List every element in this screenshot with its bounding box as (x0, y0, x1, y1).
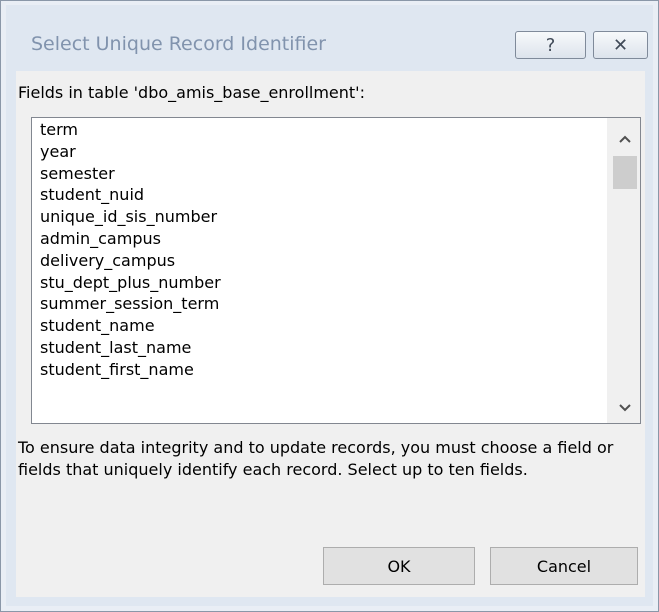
field-list-item[interactable]: student_nuid (32, 184, 607, 206)
cancel-button[interactable]: Cancel (490, 547, 638, 585)
title-bar[interactable]: Select Unique Record Identifier ? ✕ (11, 11, 648, 71)
field-list-item[interactable]: student_last_name (32, 337, 607, 359)
instruction-text: To ensure data integrity and to update r… (18, 438, 614, 479)
field-list-item[interactable]: admin_campus (32, 228, 607, 250)
close-icon: ✕ (612, 34, 629, 56)
field-list-item[interactable]: summer_session_term (32, 293, 607, 315)
field-list-item[interactable]: student_first_name (32, 359, 607, 381)
field-list-item[interactable]: year (32, 141, 607, 163)
field-list-item[interactable]: semester (32, 163, 607, 185)
field-list-item[interactable]: delivery_campus (32, 250, 607, 272)
scrollbar-thumb[interactable] (613, 156, 637, 189)
fields-listbox[interactable]: term year semester student_nuid unique_id_si… (31, 117, 641, 424)
field-list-item[interactable]: stu_dept_plus_number (32, 272, 607, 294)
question-mark-icon: ? (545, 34, 556, 56)
field-list-item[interactable]: student_name (32, 315, 607, 337)
fields-list: term year semester student_nuid unique_id_si… (32, 118, 607, 423)
chevron-up-icon (618, 135, 631, 143)
field-list-item[interactable]: unique_id_sis_number (32, 206, 607, 228)
scroll-up-button[interactable] (608, 126, 640, 152)
scroll-down-button[interactable] (608, 395, 640, 421)
vertical-scrollbar[interactable] (607, 118, 640, 423)
dialog-title: Select Unique Record Identifier (31, 33, 326, 55)
field-list-item[interactable]: term (32, 119, 607, 141)
help-button[interactable]: ? (515, 31, 586, 59)
chevron-down-icon (618, 404, 631, 412)
fields-label: Fields in table 'dbo_amis_base_enrollmen… (18, 83, 365, 102)
dialog-window: Select Unique Record Identifier ? ✕ Fiel… (0, 0, 659, 612)
ok-button[interactable]: OK (323, 547, 475, 585)
close-button[interactable]: ✕ (593, 31, 648, 59)
